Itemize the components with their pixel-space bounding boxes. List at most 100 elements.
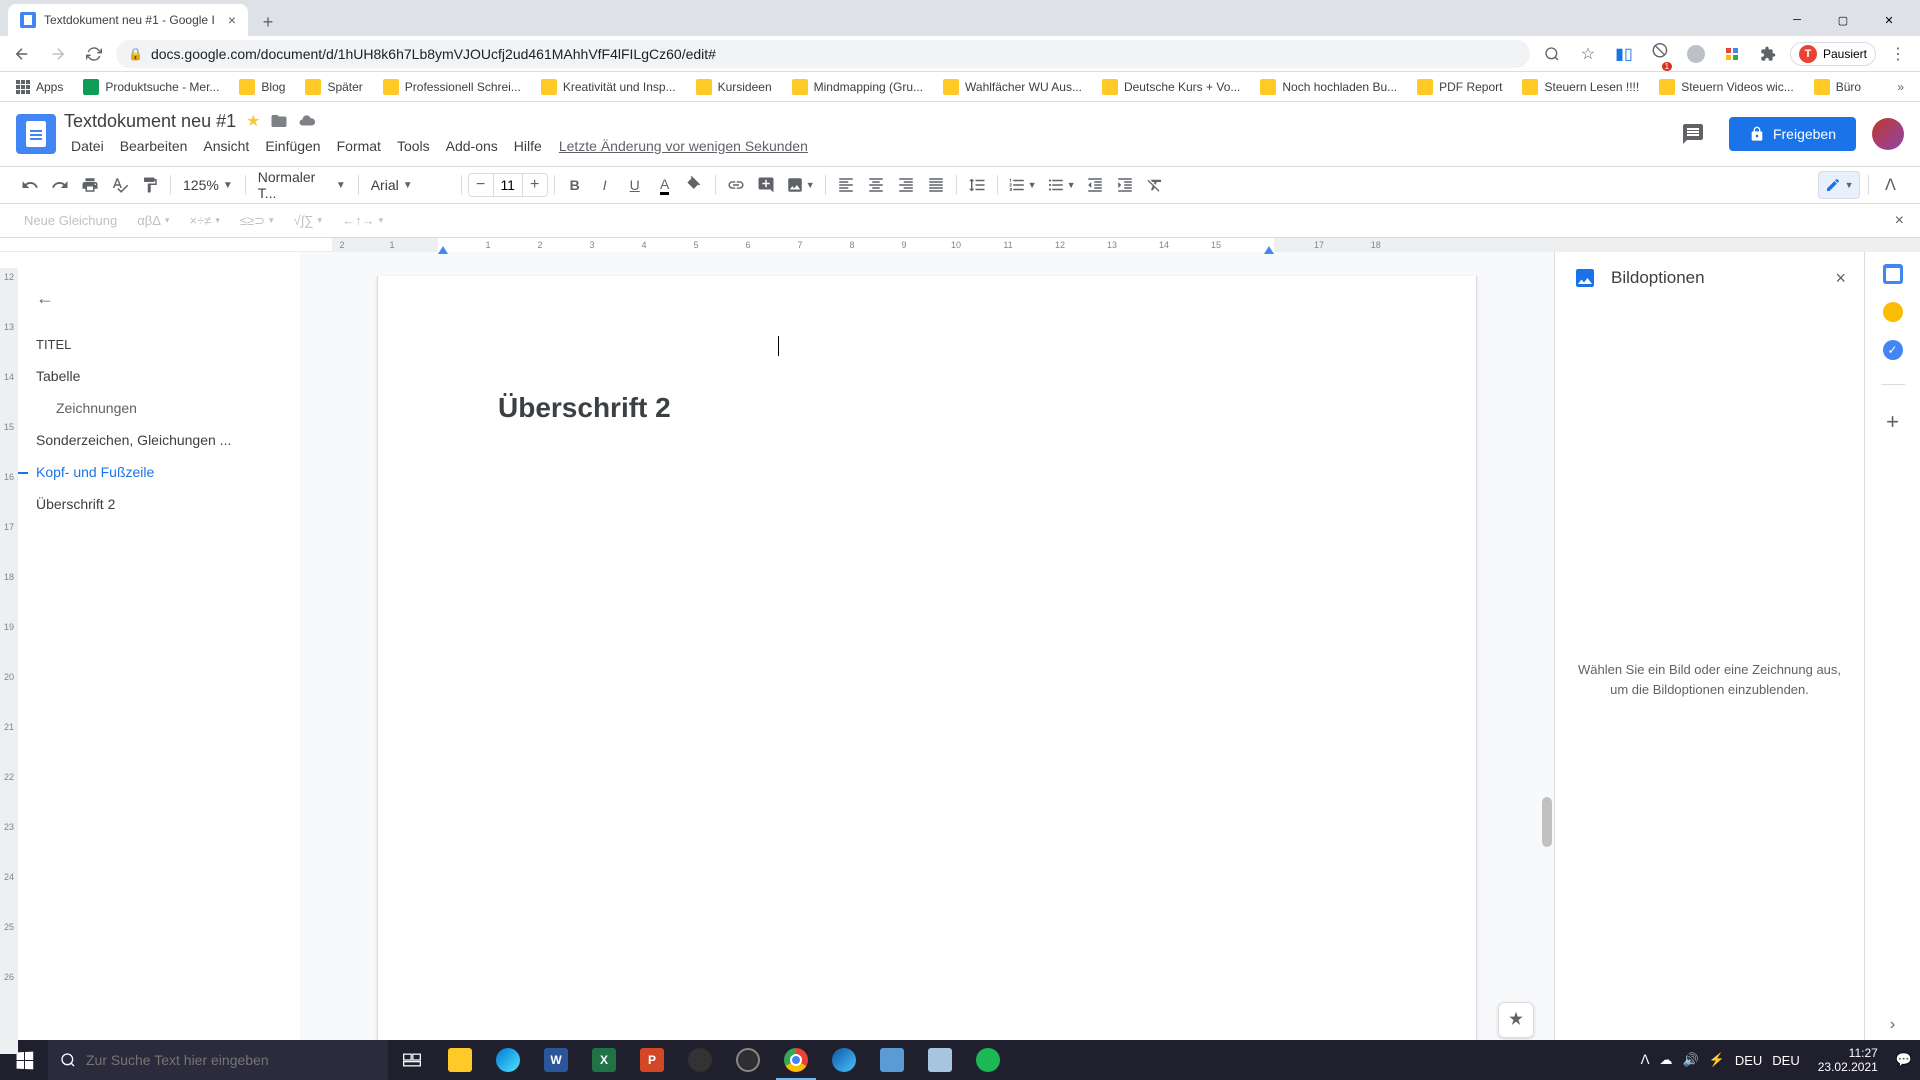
text-color-icon[interactable]: A xyxy=(651,171,679,199)
panel-close-icon[interactable]: × xyxy=(1835,268,1846,289)
vertical-ruler[interactable]: 12 13 14 15 16 17 18 19 20 21 22 23 24 2… xyxy=(0,268,18,1054)
horizontal-ruler[interactable]: 2 1 1 2 3 4 5 6 7 8 9 10 11 12 13 14 15 … xyxy=(0,238,1920,252)
keyboard-layout[interactable]: DEU xyxy=(1772,1053,1799,1068)
redo-icon[interactable] xyxy=(46,171,74,199)
add-addon-icon[interactable]: + xyxy=(1886,409,1899,435)
bookmark-item[interactable]: Kreativität und Insp... xyxy=(533,75,684,99)
add-comment-icon[interactable] xyxy=(752,171,780,199)
language-indicator[interactable]: DEU xyxy=(1735,1053,1762,1068)
paint-format-icon[interactable] xyxy=(136,171,164,199)
edge-legacy-icon[interactable] xyxy=(820,1040,868,1080)
taskbar-search[interactable] xyxy=(48,1040,388,1080)
menu-tools[interactable]: Tools xyxy=(390,134,437,158)
bulleted-list-icon[interactable]: ▼ xyxy=(1043,171,1080,199)
browser-forward-icon[interactable] xyxy=(44,40,72,68)
window-close-icon[interactable]: ✕ xyxy=(1866,4,1912,36)
vertical-scrollbar[interactable] xyxy=(1540,252,1552,1054)
network-icon[interactable]: ⚡ xyxy=(1709,1052,1725,1068)
bookmark-item[interactable]: PDF Report xyxy=(1409,75,1510,99)
outline-item-active[interactable]: Kopf- und Fußzeile xyxy=(36,456,284,488)
tray-overflow-icon[interactable]: ᐱ xyxy=(1641,1052,1650,1068)
apps-shortcut[interactable]: Apps xyxy=(8,76,71,98)
share-button[interactable]: Freigeben xyxy=(1729,117,1856,151)
menu-insert[interactable]: Einfügen xyxy=(258,134,327,158)
extension-blocker-icon[interactable]: 🛇1 xyxy=(1646,40,1674,68)
notepad-icon[interactable] xyxy=(916,1040,964,1080)
insert-link-icon[interactable] xyxy=(722,171,750,199)
bookmarks-overflow-icon[interactable]: » xyxy=(1889,76,1912,98)
arrows-menu[interactable]: ←↑→ ▾ xyxy=(342,213,383,228)
app-icon[interactable] xyxy=(868,1040,916,1080)
browser-tab[interactable]: Textdokument neu #1 - Google I × xyxy=(8,4,248,36)
menu-edit[interactable]: Bearbeiten xyxy=(113,134,195,158)
powerpoint-icon[interactable]: P xyxy=(628,1040,676,1080)
zoom-indicator-icon[interactable] xyxy=(1538,40,1566,68)
outline-item[interactable]: TITEL xyxy=(36,329,284,360)
editing-mode-button[interactable]: ▼ xyxy=(1818,171,1860,199)
clock[interactable]: 11:27 23.02.2021 xyxy=(1810,1046,1886,1075)
align-right-icon[interactable] xyxy=(892,171,920,199)
tasks-icon[interactable]: ✓ xyxy=(1883,340,1903,360)
menu-help[interactable]: Hilfe xyxy=(507,134,549,158)
browser-back-icon[interactable] xyxy=(8,40,36,68)
tab-close-icon[interactable]: × xyxy=(228,12,236,28)
relations-menu[interactable]: ≤≥⊃ ▾ xyxy=(240,213,274,229)
menu-file[interactable]: Datei xyxy=(64,134,111,158)
word-icon[interactable]: W xyxy=(532,1040,580,1080)
onedrive-icon[interactable]: ☁ xyxy=(1659,1052,1672,1068)
file-explorer-icon[interactable] xyxy=(436,1040,484,1080)
bookmark-item[interactable]: Noch hochladen Bu... xyxy=(1252,75,1405,99)
menu-format[interactable]: Format xyxy=(330,134,388,158)
keep-icon[interactable] xyxy=(1883,302,1903,322)
hide-toolbar-icon[interactable]: ᐱ xyxy=(1877,175,1904,195)
highlight-color-icon[interactable] xyxy=(681,171,709,199)
outline-item[interactable]: Überschrift 2 xyxy=(36,488,284,520)
volume-icon[interactable]: 🔊 xyxy=(1682,1052,1698,1068)
bold-icon[interactable]: B xyxy=(561,171,589,199)
app-icon[interactable] xyxy=(676,1040,724,1080)
italic-icon[interactable]: I xyxy=(591,171,619,199)
insert-image-icon[interactable]: ▼ xyxy=(782,171,819,199)
bookmark-item[interactable]: Später xyxy=(297,75,370,99)
cloud-saved-icon[interactable] xyxy=(298,112,316,130)
clear-formatting-icon[interactable] xyxy=(1141,171,1169,199)
font-size-increase[interactable]: + xyxy=(523,176,547,194)
menu-view[interactable]: Ansicht xyxy=(196,134,256,158)
undo-icon[interactable] xyxy=(16,171,44,199)
document-canvas[interactable]: Überschrift 2 xyxy=(300,252,1554,1054)
font-select[interactable]: Arial▼ xyxy=(365,171,455,199)
bookmark-item[interactable]: Deutsche Kurs + Vo... xyxy=(1094,75,1248,99)
font-size-value[interactable]: 11 xyxy=(493,174,523,196)
decrease-indent-icon[interactable] xyxy=(1081,171,1109,199)
chrome-icon[interactable] xyxy=(772,1040,820,1080)
comments-icon[interactable] xyxy=(1673,114,1713,154)
extension-grammarly-icon[interactable] xyxy=(1682,40,1710,68)
font-size-decrease[interactable]: − xyxy=(469,176,493,194)
calendar-icon[interactable] xyxy=(1883,264,1903,284)
user-avatar[interactable] xyxy=(1872,118,1904,150)
align-justify-icon[interactable] xyxy=(922,171,950,199)
bookmark-item[interactable]: Wahlfächer WU Aus... xyxy=(935,75,1090,99)
browser-reload-icon[interactable] xyxy=(80,40,108,68)
edge-icon[interactable] xyxy=(484,1040,532,1080)
url-field[interactable]: 🔒 docs.google.com/document/d/1hUH8k6h7Lb… xyxy=(116,40,1530,68)
outline-item[interactable]: Zeichnungen xyxy=(36,392,284,424)
task-view-icon[interactable] xyxy=(388,1040,436,1080)
extension-icon[interactable]: ▮▯ xyxy=(1610,40,1638,68)
align-center-icon[interactable] xyxy=(862,171,890,199)
increase-indent-icon[interactable] xyxy=(1111,171,1139,199)
star-icon[interactable]: ★ xyxy=(246,111,260,131)
new-tab-button[interactable]: + xyxy=(254,8,282,36)
menu-addons[interactable]: Add-ons xyxy=(439,134,505,158)
document-page[interactable]: Überschrift 2 xyxy=(377,276,1477,1054)
notifications-icon[interactable]: 💬 xyxy=(1896,1052,1912,1068)
extensions-puzzle-icon[interactable] xyxy=(1754,40,1782,68)
taskbar-search-input[interactable] xyxy=(86,1052,376,1068)
spellcheck-icon[interactable] xyxy=(106,171,134,199)
outline-item[interactable]: Sonderzeichen, Gleichungen ... xyxy=(36,424,284,456)
document-title[interactable]: Textdokument neu #1 xyxy=(64,111,236,132)
move-folder-icon[interactable] xyxy=(270,112,288,130)
document-heading[interactable]: Überschrift 2 xyxy=(498,392,1356,424)
indent-start-marker[interactable] xyxy=(438,246,448,254)
align-left-icon[interactable] xyxy=(832,171,860,199)
